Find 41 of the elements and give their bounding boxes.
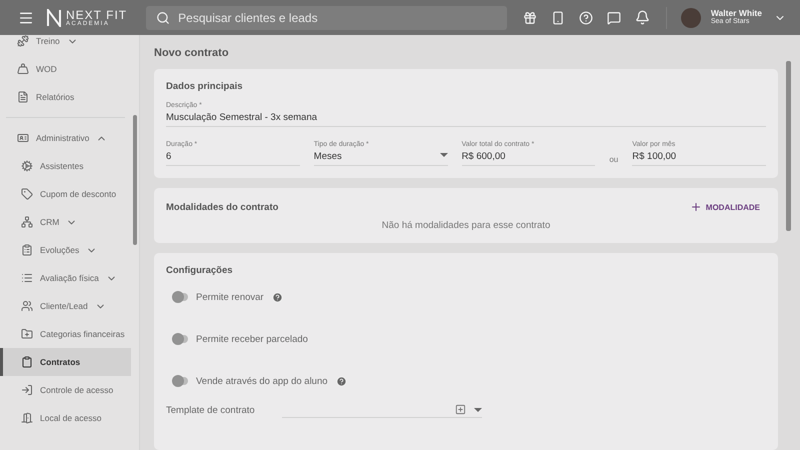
toggle-switch[interactable]	[174, 377, 188, 385]
empty-message: Não há modalidades para esse contrato	[380, 220, 552, 231]
separator-text: ou	[609, 155, 618, 166]
search-field[interactable]: Pesquisar clientes e leads	[146, 6, 507, 30]
scrollbar-thumb[interactable]	[133, 115, 137, 245]
template-label: Template de contrato	[166, 404, 256, 416]
help-icon[interactable]	[336, 376, 347, 386]
sidebar-item[interactable]: Local de acesso	[0, 404, 131, 432]
help-icon[interactable]	[272, 292, 283, 302]
user-name: Walter White	[710, 8, 762, 18]
option-label: Vende através do app do aluno	[196, 376, 328, 386]
sidebar-item[interactable]: Assistentes	[0, 152, 131, 180]
sidebar-item[interactable]: Contratos	[0, 348, 131, 376]
scrollbar-thumb[interactable]	[786, 61, 790, 231]
logo-title: NEXT FIT	[66, 8, 128, 20]
option-label: Permite renovar	[196, 292, 264, 302]
sidebar-item[interactable]: WOD	[0, 55, 131, 83]
sidebar-item[interactable]: Relatórios	[0, 83, 131, 111]
sidebar-item[interactable]: Categorias financeiras	[0, 320, 131, 348]
logo-icon	[46, 8, 62, 26]
sidebar-item[interactable]: Controle de acesso	[0, 376, 131, 404]
add-icon	[455, 404, 466, 415]
card-title: Dados principais	[166, 81, 244, 92]
sidebar-item[interactable]: Cliente/Lead	[0, 292, 131, 320]
add-modality-button[interactable]: MODALIDADE	[684, 200, 766, 214]
sidebar-item[interactable]: CRM	[0, 208, 131, 236]
option-label: Permite receber parcelado	[196, 334, 308, 344]
toggle-switch[interactable]	[174, 293, 188, 301]
page-title: Novo contrato	[154, 47, 230, 59]
caret-icon	[474, 408, 482, 412]
sidebar-item[interactable]: Administrativo	[0, 124, 131, 152]
card-title: Modalidades do contrato	[166, 202, 278, 212]
toggle-switch[interactable]	[174, 335, 188, 343]
caret-icon	[440, 153, 448, 157]
sidebar-item[interactable]: Evoluções	[0, 236, 131, 264]
sidebar-item[interactable]: Treino	[0, 27, 131, 55]
sidebar-item[interactable]: Cupom de desconto	[0, 180, 131, 208]
card-title: Configurações	[166, 265, 234, 276]
sidebar-item[interactable]: Avaliação física	[0, 264, 131, 292]
help-icon[interactable]	[576, 8, 595, 26]
plus-icon	[690, 201, 702, 213]
